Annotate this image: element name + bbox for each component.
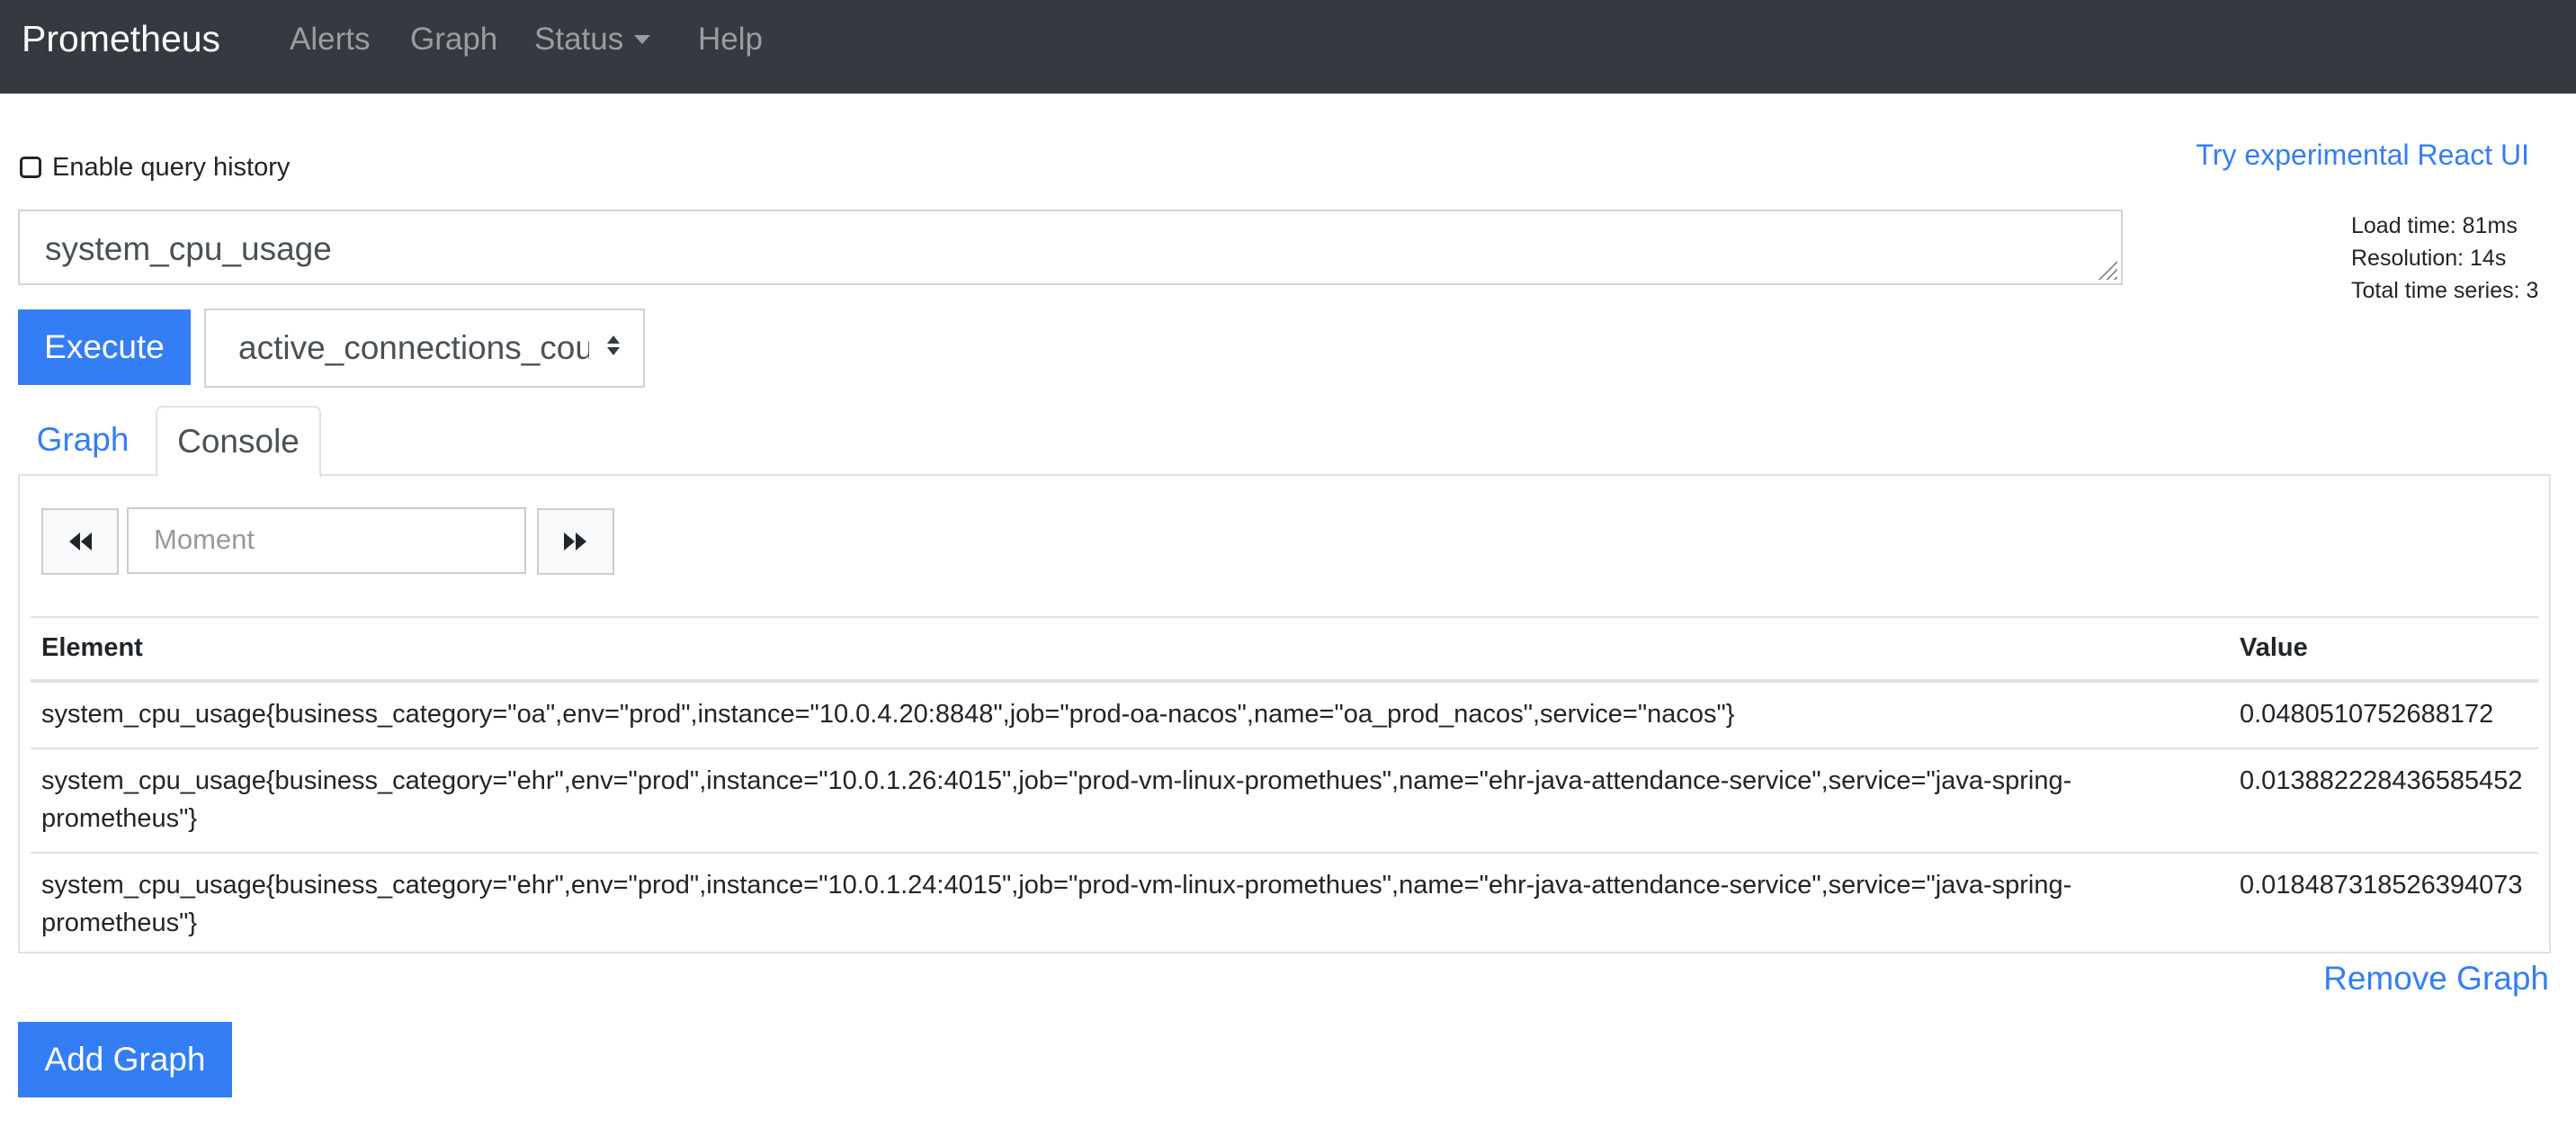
nav-help[interactable]: Help xyxy=(698,20,763,59)
column-header-value: Value xyxy=(2229,616,2538,683)
table-row: system_cpu_usage{business_category="oa",… xyxy=(31,680,2538,748)
query-history-checkbox[interactable] xyxy=(20,157,41,178)
moment-input[interactable]: Moment xyxy=(127,507,526,574)
query-history-toggle[interactable]: Enable query history xyxy=(20,151,290,184)
resize-handle-icon[interactable] xyxy=(2097,260,2117,280)
total-time-series: Total time series: 3 xyxy=(2351,278,2539,303)
table-row: system_cpu_usage{business_category="ehr"… xyxy=(31,852,2538,956)
row-value: 0.013882228436585452 xyxy=(2229,748,2538,853)
forward-button[interactable] xyxy=(537,508,614,575)
fast-backward-icon xyxy=(69,533,92,551)
navbar: Prometheus Alerts Graph Status Help xyxy=(0,0,2576,94)
expression-value: system_cpu_usage xyxy=(45,230,332,267)
column-header-element: Element xyxy=(31,616,2229,683)
brand-link[interactable]: Prometheus xyxy=(22,16,220,61)
row-value: 0.018487318526394073 xyxy=(2229,852,2538,956)
caret-down-icon xyxy=(634,34,651,44)
tab-graph[interactable]: Graph xyxy=(18,406,148,474)
moment-placeholder: Moment xyxy=(154,524,255,555)
row-element: system_cpu_usage{business_category="ehr"… xyxy=(31,852,2229,956)
nav-status[interactable]: Status xyxy=(534,20,651,59)
row-element: system_cpu_usage{business_category="oa",… xyxy=(31,680,2229,748)
remove-graph-link[interactable]: Remove Graph xyxy=(2323,959,2549,998)
row-element: system_cpu_usage{business_category="ehr"… xyxy=(31,748,2229,853)
fast-forward-icon xyxy=(564,533,586,551)
select-arrows-icon xyxy=(607,336,620,355)
react-ui-link[interactable]: Try experimental React UI xyxy=(2196,137,2529,173)
expression-input[interactable]: system_cpu_usage xyxy=(18,210,2123,285)
add-graph-button[interactable]: Add Graph xyxy=(18,1022,232,1097)
nav-graph[interactable]: Graph xyxy=(410,20,497,59)
row-value: 0.0480510752688172 xyxy=(2229,680,2538,748)
nav-alerts[interactable]: Alerts xyxy=(290,20,370,59)
execute-button[interactable]: Execute xyxy=(18,309,191,385)
nav-status-label: Status xyxy=(534,22,624,57)
metric-select-value: active_connections_count xyxy=(238,329,589,366)
tab-console[interactable]: Console xyxy=(156,406,321,478)
load-time: Load time: 81ms xyxy=(2351,213,2518,238)
metric-select[interactable]: active_connections_count xyxy=(204,309,645,388)
results-table: Element Value system_cpu_usage{business_… xyxy=(31,616,2538,956)
table-header-row: Element Value xyxy=(31,616,2538,683)
resolution: Resolution: 14s xyxy=(2351,246,2507,271)
query-stats: Load time: 81ms Resolution: 14s Total ti… xyxy=(2351,210,2538,307)
query-history-label: Enable query history xyxy=(52,153,291,182)
console-panel: Moment Element Value system_cpu_usage{bu… xyxy=(18,474,2551,956)
back-button[interactable] xyxy=(41,508,119,575)
table-row: system_cpu_usage{business_category="ehr"… xyxy=(31,748,2538,853)
